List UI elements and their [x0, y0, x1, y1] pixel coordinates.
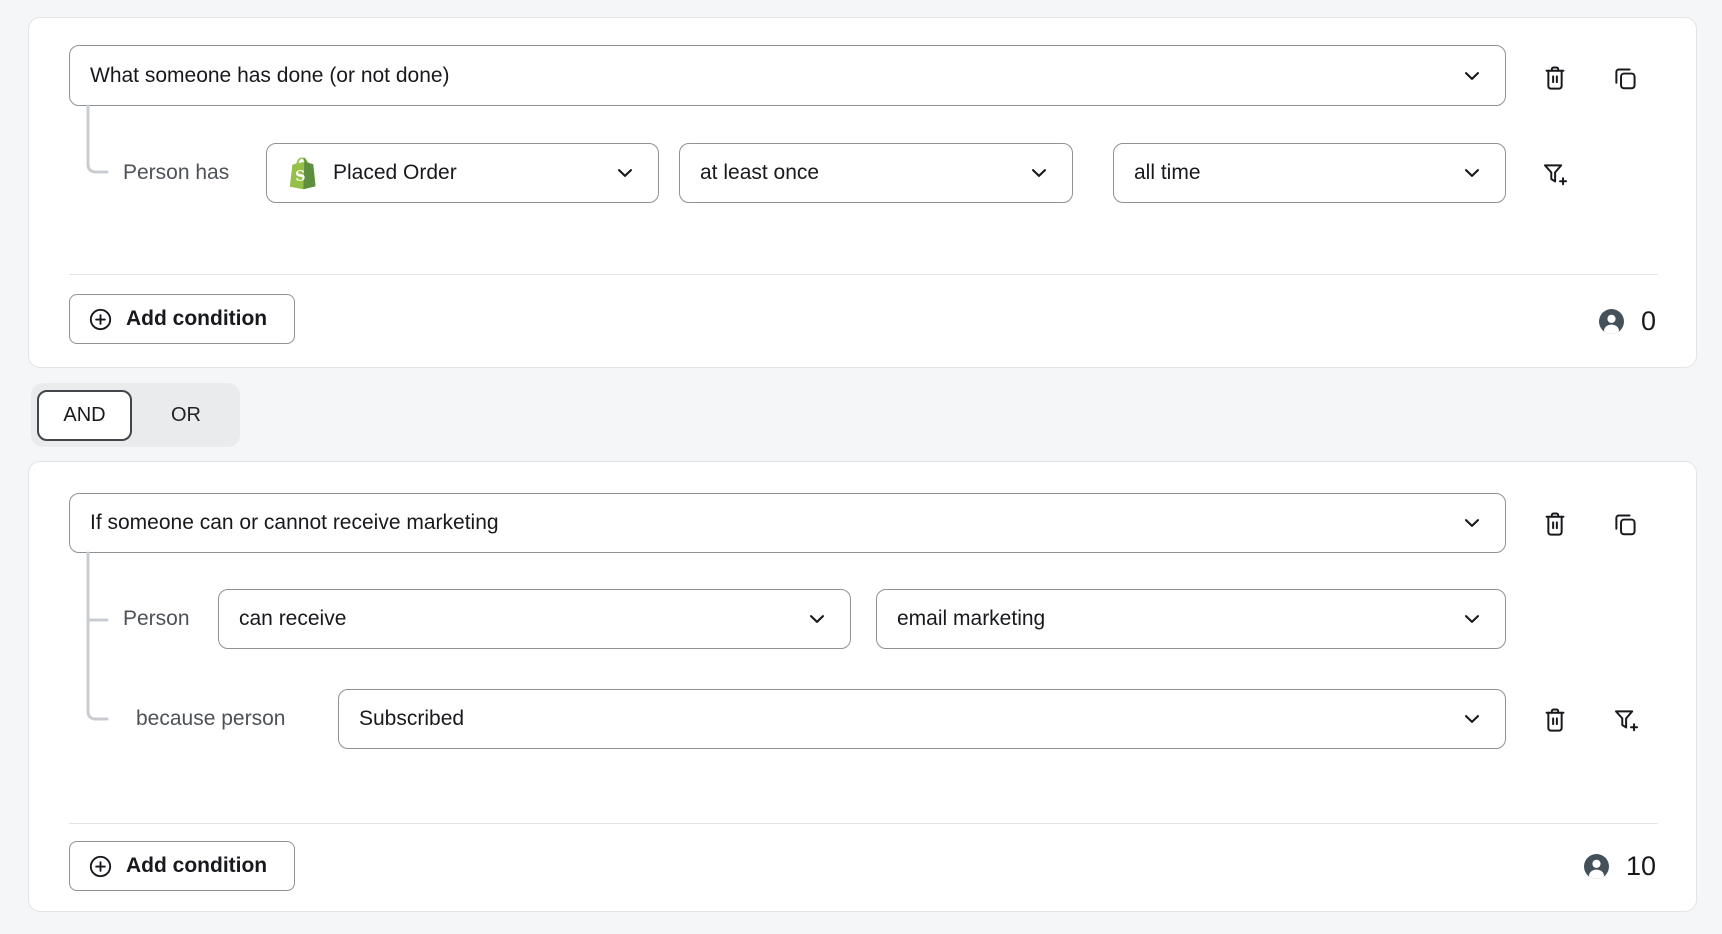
condition-type-value: If someone can or cannot receive marketi…: [90, 511, 499, 535]
chevron-down-icon: [1461, 708, 1483, 730]
trash-icon: [1541, 706, 1569, 734]
add-condition-button[interactable]: Add condition: [69, 841, 295, 891]
channel-select-value: email marketing: [897, 607, 1045, 631]
row-label-because-person: because person: [136, 689, 285, 749]
chevron-down-icon: [1461, 162, 1483, 184]
chevron-down-icon: [614, 162, 636, 184]
chevron-down-icon: [806, 608, 828, 630]
member-count-value: 10: [1626, 851, 1656, 882]
consent-select[interactable]: can receive: [218, 589, 851, 649]
event-select[interactable]: S Placed Order: [266, 143, 659, 203]
add-condition-label: Add condition: [126, 307, 267, 331]
duplicate-condition-button[interactable]: [1611, 63, 1639, 93]
chevron-down-icon: [1028, 162, 1050, 184]
svg-text:S: S: [295, 168, 306, 185]
condition-block-2: If someone can or cannot receive marketi…: [28, 461, 1697, 912]
duplicate-icon: [1611, 510, 1639, 538]
member-count-badge: 10: [1583, 852, 1656, 880]
add-filter-button[interactable]: [1612, 705, 1640, 735]
duplicate-icon: [1611, 64, 1639, 92]
timeframe-select-value: all time: [1134, 161, 1201, 185]
or-toggle-button[interactable]: OR: [132, 383, 240, 447]
timeframe-select[interactable]: all time: [1113, 143, 1506, 203]
chevron-down-icon: [1461, 65, 1483, 87]
trash-icon: [1541, 64, 1569, 92]
and-toggle-button[interactable]: AND: [37, 390, 132, 441]
chevron-down-icon: [1461, 608, 1483, 630]
add-condition-label: Add condition: [126, 854, 267, 878]
consent-select-value: can receive: [239, 607, 346, 631]
shopify-bag-icon: S: [287, 156, 317, 190]
delete-condition-button[interactable]: [1541, 63, 1569, 93]
member-count-value: 0: [1641, 306, 1656, 337]
condition-type-select[interactable]: If someone can or cannot receive marketi…: [69, 493, 1506, 553]
duplicate-condition-button[interactable]: [1611, 509, 1639, 539]
connector-line: [84, 103, 114, 181]
condition-type-select[interactable]: What someone has done (or not done): [69, 45, 1506, 106]
consent-reason-value: Subscribed: [359, 707, 464, 731]
row-label-person-has: Person has: [123, 143, 229, 203]
chevron-down-icon: [1461, 512, 1483, 534]
condition-block-1: What someone has done (or not done) Pers…: [28, 17, 1697, 368]
delete-row-button[interactable]: [1541, 705, 1569, 735]
frequency-select[interactable]: at least once: [679, 143, 1073, 203]
member-count-icon: [1583, 853, 1610, 880]
connector-line: [84, 551, 114, 726]
condition-type-value: What someone has done (or not done): [90, 64, 450, 88]
add-condition-button[interactable]: Add condition: [69, 294, 295, 344]
row-label-person: Person: [123, 589, 190, 649]
frequency-select-value: at least once: [700, 161, 819, 185]
plus-circle-icon: [88, 307, 113, 332]
divider: [69, 274, 1658, 275]
add-filter-button[interactable]: [1541, 159, 1569, 189]
plus-circle-icon: [88, 854, 113, 879]
member-count-badge: 0: [1598, 307, 1656, 335]
member-count-icon: [1598, 308, 1625, 335]
divider: [69, 823, 1658, 824]
event-select-value: Placed Order: [333, 161, 457, 185]
filter-add-icon: [1612, 706, 1640, 734]
channel-select[interactable]: email marketing: [876, 589, 1506, 649]
and-or-toggle: AND OR: [31, 383, 240, 447]
trash-icon: [1541, 510, 1569, 538]
consent-reason-select[interactable]: Subscribed: [338, 689, 1506, 749]
filter-add-icon: [1541, 160, 1569, 188]
segment-builder-page: { "blocks": { "block1": { "definition": …: [0, 0, 1722, 934]
delete-condition-button[interactable]: [1541, 509, 1569, 539]
